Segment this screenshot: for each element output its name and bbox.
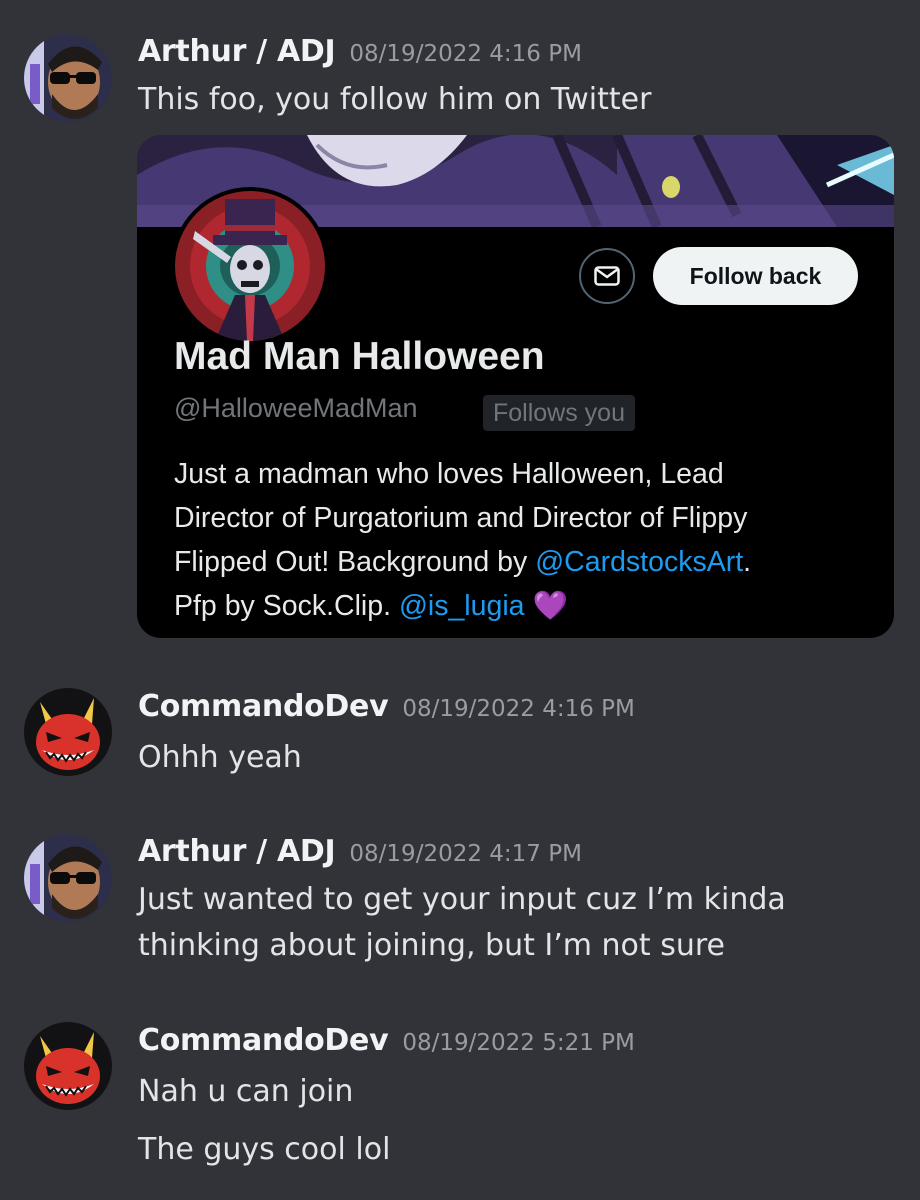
message-header: Arthur / ADJ 08/19/2022 4:17 PM [138,834,582,869]
twitter-handle[interactable]: @HalloweeMadMan [174,393,418,424]
mention-link[interactable]: @is_lugia [399,590,525,622]
bio-text: . [743,546,752,578]
bio-line: Just a madman who loves Halloween, Lead [174,458,724,490]
author-name[interactable]: Arthur / ADJ [138,834,336,869]
bio-text: Pfp by Sock.Clip. [174,590,399,622]
bio-line: Director of Purgatorium and Director of … [174,502,748,534]
message-text: This foo, you follow him on Twitter [138,82,652,117]
bio-text: Flipped Out! Background by [174,546,536,578]
bio-line: Flipped Out! Background by @CardstocksAr… [174,540,874,584]
red-devil-avatar-icon [24,1022,112,1110]
message-text: Just wanted to get your input cuz I’m ki… [138,882,786,917]
sunglasses-man-avatar-icon [24,34,112,122]
mention-link[interactable]: @CardstocksArt [535,546,743,578]
follows-you-badge: Follows you [483,395,635,431]
timestamp: 08/19/2022 4:16 PM [349,41,582,67]
purple-heart-emoji: 💜 [532,590,568,622]
timestamp: 08/19/2022 4:17 PM [349,841,582,867]
profile-bio: Just a madman who loves Halloween, Lead … [174,452,874,628]
timestamp: 08/19/2022 5:21 PM [402,1030,635,1056]
message-text: The guys cool lol [138,1132,391,1167]
message-button[interactable] [579,248,635,304]
skull-tophat-avatar-icon [175,191,325,341]
envelope-icon [594,266,620,286]
message-header: CommandoDev 08/19/2022 4:16 PM [138,689,635,724]
message-text: Ohhh yeah [138,740,302,775]
message-text: Nah u can join [138,1074,354,1109]
author-name[interactable]: CommandoDev [138,1023,389,1058]
twitter-profile-embed[interactable]: Follow back Mad Man Halloween @HalloweeM… [137,135,894,638]
message-header: Arthur / ADJ 08/19/2022 4:16 PM [138,34,582,69]
avatar[interactable] [24,1022,112,1110]
avatar[interactable] [24,34,112,122]
message-header: CommandoDev 08/19/2022 5:21 PM [138,1023,635,1058]
message-text: thinking about joining, but I’m not sure [138,928,725,963]
avatar[interactable] [24,834,112,922]
follow-back-button[interactable]: Follow back [653,247,858,305]
author-name[interactable]: CommandoDev [138,689,389,724]
profile-picture[interactable] [171,187,329,345]
avatar[interactable] [24,688,112,776]
display-name: Mad Man Halloween [174,335,545,378]
red-devil-avatar-icon [24,688,112,776]
author-name[interactable]: Arthur / ADJ [138,34,336,69]
bio-line: Pfp by Sock.Clip. @is_lugia 💜 [174,584,874,628]
sunglasses-man-avatar-icon [24,834,112,922]
timestamp: 08/19/2022 4:16 PM [402,696,635,722]
